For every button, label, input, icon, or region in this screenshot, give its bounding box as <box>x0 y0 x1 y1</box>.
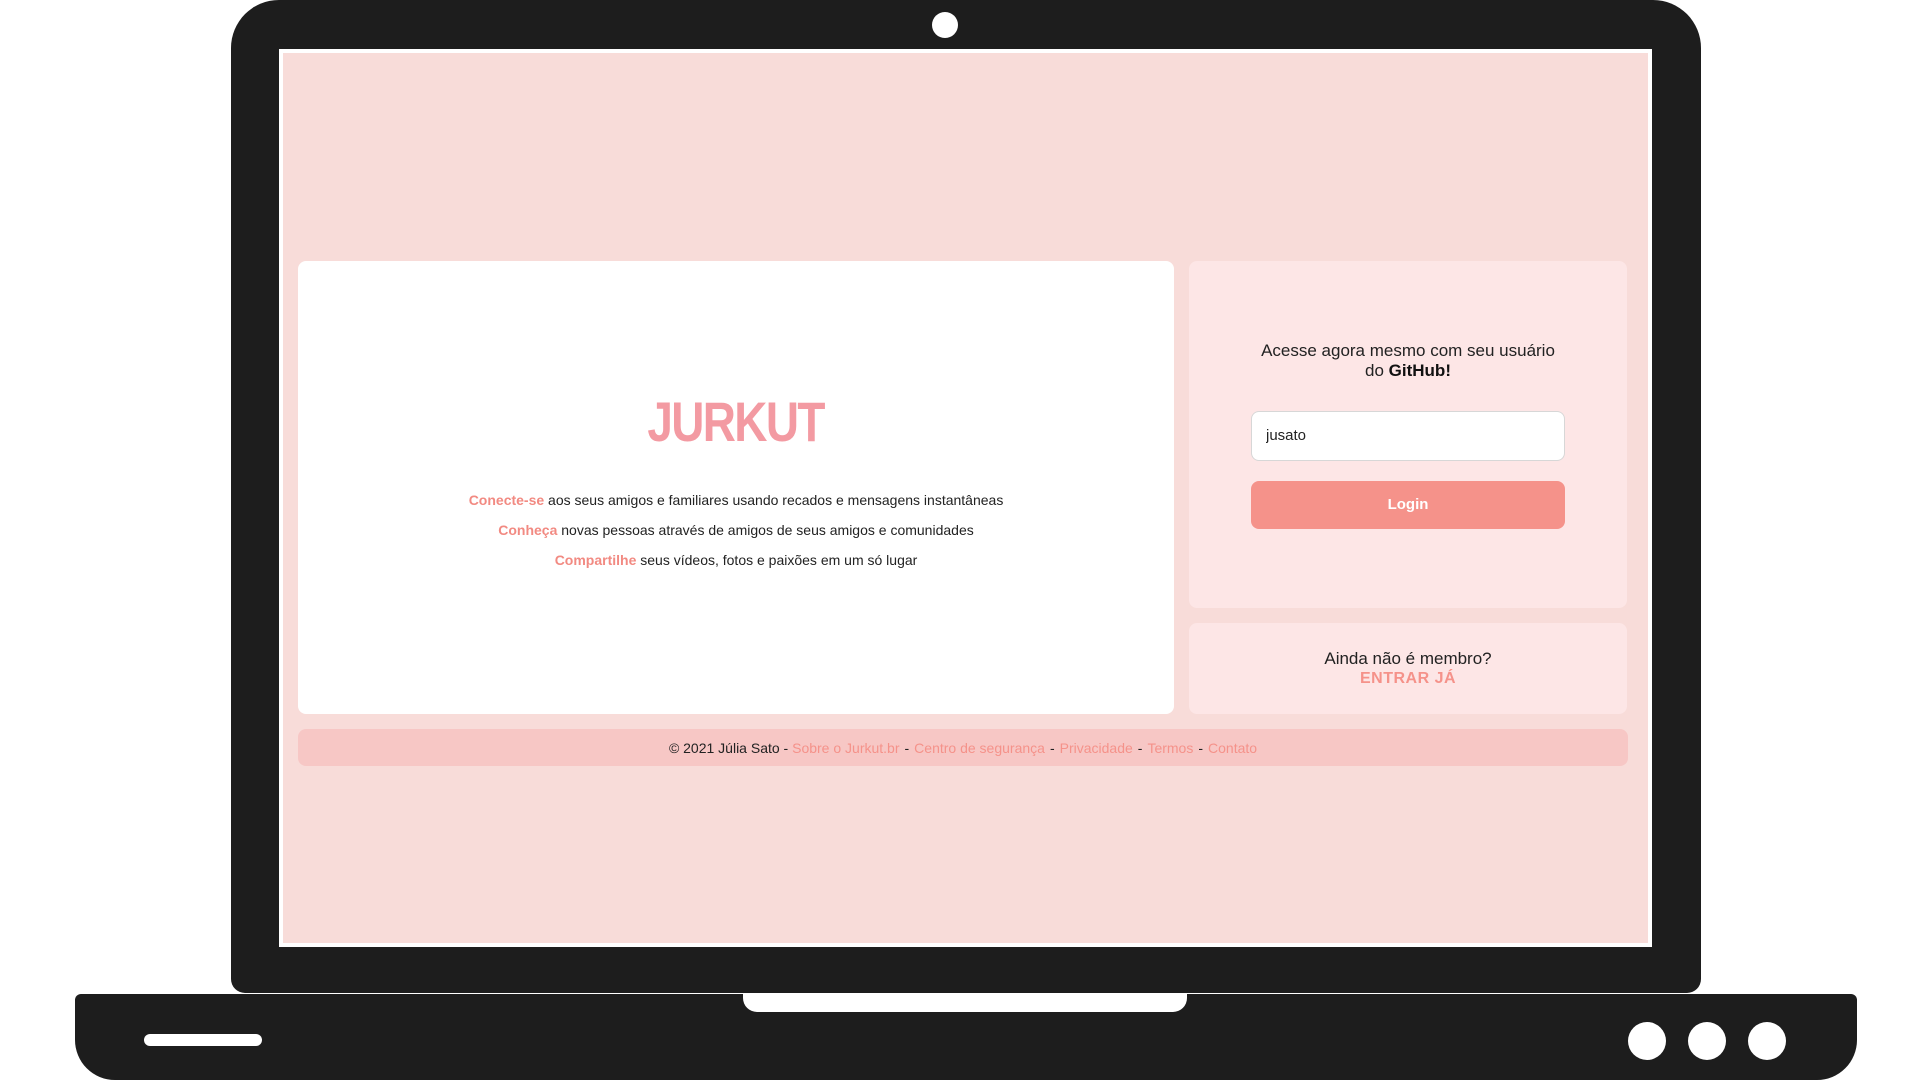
login-button[interactable]: Login <box>1251 480 1565 529</box>
laptop-mockup: JURKUT Conecte-se aos seus amigos e fami… <box>0 0 1920 1080</box>
indicator-dot <box>1688 1022 1726 1060</box>
webcam-icon <box>932 12 958 38</box>
trackpad-notch <box>743 994 1187 1012</box>
footer-copyright: © 2021 Júlia Sato - <box>668 739 789 756</box>
web-page: JURKUT Conecte-se aos seus amigos e fami… <box>283 53 1648 943</box>
main-row: JURKUT Conecte-se aos seus amigos e fami… <box>298 261 1628 714</box>
github-username-input[interactable] <box>1251 410 1565 461</box>
footer-link-contact[interactable]: Contato <box>1208 740 1257 756</box>
tagline-highlight: Conheça <box>498 521 558 538</box>
github-label: GitHub <box>1388 360 1446 380</box>
login-card: Acesse agora mesmo com seu usuário do Gi… <box>1189 261 1627 608</box>
laptop-base <box>75 994 1857 1080</box>
footer-separator: - <box>1137 739 1143 756</box>
indicator-dot <box>1628 1022 1666 1060</box>
signup-card: Ainda não é membro? ENTRAR JÁ <box>1189 623 1627 714</box>
tagline-text: seus vídeos, fotos e paixões em um só lu… <box>636 551 918 568</box>
tagline-connect: Conecte-se aos seus amigos e familiares … <box>469 492 1004 508</box>
signup-question: Ainda não é membro? <box>1324 648 1492 668</box>
footer-separator: - <box>904 739 910 756</box>
login-prompt: Acesse agora mesmo com seu usuário do Gi… <box>1253 341 1563 381</box>
tagline-share: Compartilhe seus vídeos, fotos e paixões… <box>555 552 918 568</box>
jurkut-logo: JURKUT <box>647 389 826 453</box>
base-slot <box>144 1034 262 1046</box>
footer-link-terms[interactable]: Termos <box>1147 740 1193 756</box>
intro-card: JURKUT Conecte-se aos seus amigos e fami… <box>298 261 1174 714</box>
laptop-screen: JURKUT Conecte-se aos seus amigos e fami… <box>279 49 1652 947</box>
footer-link-about[interactable]: Sobre o Jurkut.br <box>792 740 899 756</box>
footer-link-security[interactable]: Centro de segurança <box>914 740 1045 756</box>
join-now-link[interactable]: ENTRAR JÁ <box>1360 669 1456 689</box>
tagline-highlight: Conecte-se <box>468 491 545 508</box>
footer-separator: - <box>1049 739 1055 756</box>
footer-link-privacy[interactable]: Privacidade <box>1060 740 1133 756</box>
side-column: Acesse agora mesmo com seu usuário do Gi… <box>1189 261 1627 714</box>
indicator-dot <box>1748 1022 1786 1060</box>
tagline-text: novas pessoas através de amigos de seus … <box>557 521 974 538</box>
login-prompt-exclaim: ! <box>1445 360 1451 380</box>
tagline-meet: Conheça novas pessoas através de amigos … <box>498 522 973 538</box>
page-content: JURKUT Conecte-se aos seus amigos e fami… <box>298 261 1628 766</box>
tagline-text: aos seus amigos e familiares usando reca… <box>544 491 1004 508</box>
footer-separator: - <box>1198 739 1204 756</box>
tagline-highlight: Compartilhe <box>554 551 637 568</box>
footer: © 2021 Júlia Sato - Sobre o Jurkut.br - Ce… <box>298 729 1628 766</box>
